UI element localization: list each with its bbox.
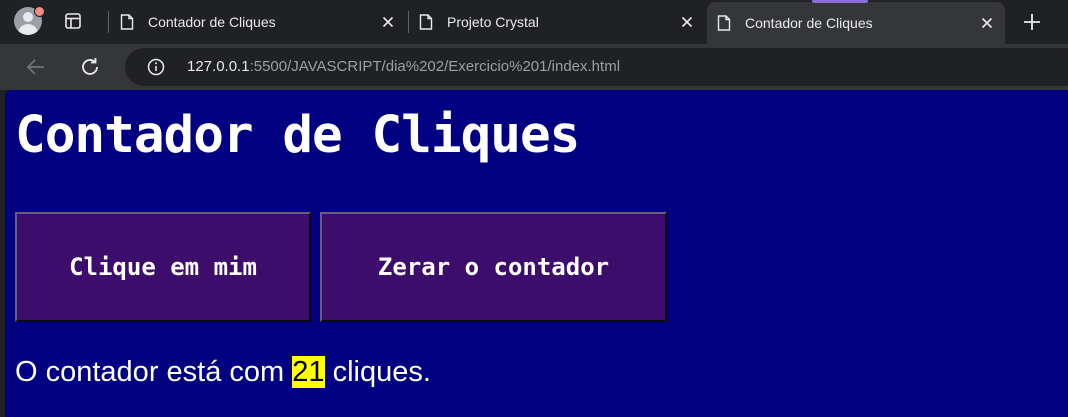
url-host: 127.0.0.1: [187, 58, 250, 75]
close-icon[interactable]: [679, 14, 695, 30]
tab-title: Contador de Cliques: [745, 15, 873, 31]
click-me-button[interactable]: Clique em mim: [15, 212, 311, 322]
back-arrow-icon[interactable]: [24, 55, 48, 79]
close-icon[interactable]: [979, 15, 995, 31]
page-icon: [419, 14, 433, 30]
click-count: 21: [292, 356, 325, 388]
tab-title: Contador de Cliques: [148, 14, 276, 30]
close-icon[interactable]: [380, 14, 396, 30]
tab-group-accent: [812, 0, 868, 3]
browser-window: Contador de Cliques Projeto Crystal Cont…: [0, 0, 1068, 417]
tab-actions-icon[interactable]: [64, 12, 82, 30]
address-bar[interactable]: 127.0.0.1:5500/JAVASCRIPT/dia%202/Exerci…: [125, 48, 1068, 86]
page-icon: [120, 14, 134, 30]
url-path: :5500/JAVASCRIPT/dia%202/Exercicio%201/i…: [249, 58, 621, 75]
counter-status: O contador está com 21 cliques.: [15, 356, 431, 389]
profile-badge-icon: [34, 6, 45, 17]
info-icon[interactable]: [147, 58, 165, 76]
tab-separator: [108, 11, 109, 33]
plus-icon[interactable]: [1022, 12, 1042, 32]
page-viewport: Contador de Cliques Clique em mim Zerar …: [5, 90, 1068, 417]
page-title: Contador de Cliques: [15, 106, 580, 165]
tab-title: Projeto Crystal: [447, 14, 539, 30]
status-prefix: O contador está com: [15, 356, 293, 388]
tab-strip: Contador de Cliques Projeto Crystal Cont…: [0, 0, 1068, 44]
tab-contador-1[interactable]: Contador de Cliques: [110, 3, 406, 41]
status-suffix: cliques.: [324, 356, 431, 388]
url-text[interactable]: 127.0.0.1:5500/JAVASCRIPT/dia%202/Exerci…: [187, 58, 620, 75]
reset-counter-button[interactable]: Zerar o contador: [320, 212, 667, 322]
tab-projeto-crystal[interactable]: Projeto Crystal: [409, 3, 705, 41]
browser-toolbar: 127.0.0.1:5500/JAVASCRIPT/dia%202/Exerci…: [0, 44, 1068, 90]
reload-icon[interactable]: [78, 55, 102, 79]
page-icon: [717, 15, 731, 31]
tab-contador-active[interactable]: Contador de Cliques: [707, 2, 1005, 44]
